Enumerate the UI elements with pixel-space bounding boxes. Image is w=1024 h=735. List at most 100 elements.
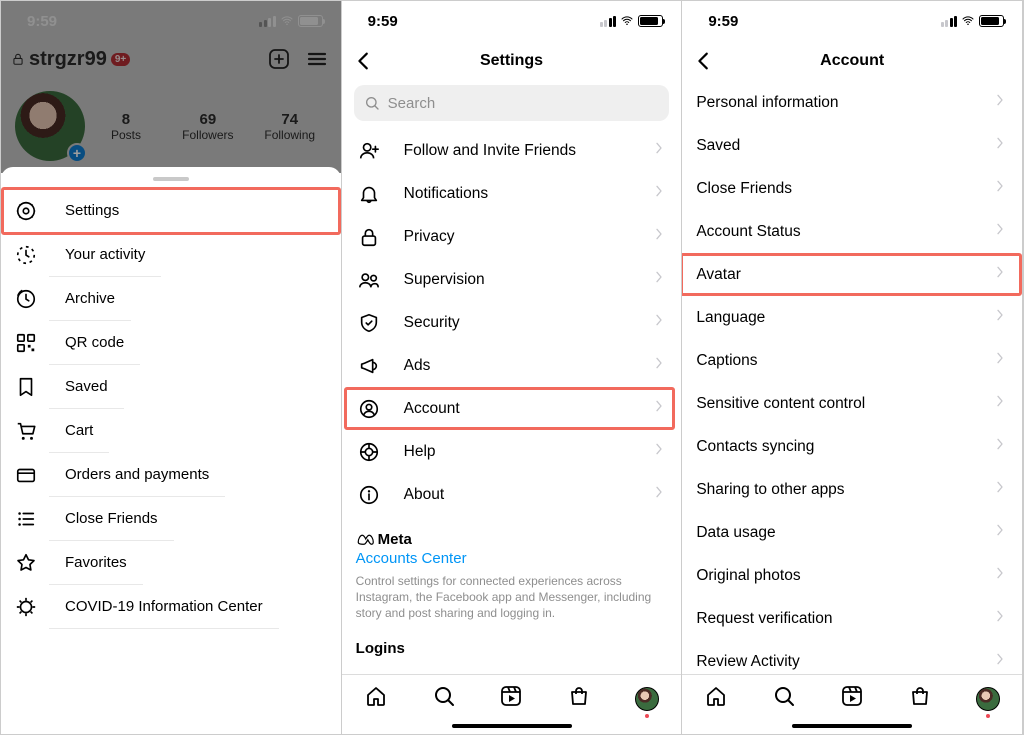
settings-item-label: Help	[404, 443, 436, 461]
settings-item-ads[interactable]: Ads	[342, 344, 682, 387]
account-item-review-activity[interactable]: Review Activity	[682, 640, 1022, 674]
tab-home[interactable]	[363, 686, 389, 712]
account-item-label: Account Status	[696, 223, 800, 241]
account-item-personal-info[interactable]: Personal information	[682, 81, 1022, 124]
accounts-center-link[interactable]: Accounts Center	[356, 550, 668, 567]
profile-avatar-icon	[976, 687, 1000, 711]
account-item-label: Avatar	[696, 266, 741, 284]
search-icon	[432, 684, 456, 713]
list-icon	[13, 508, 39, 530]
account-item-sensitive[interactable]: Sensitive content control	[682, 382, 1022, 425]
personplus-icon	[356, 140, 382, 162]
logins-header: Logins	[342, 628, 682, 663]
account-item-original-photos[interactable]: Original photos	[682, 554, 1022, 597]
search-icon	[364, 95, 380, 111]
status-bar: 9:59	[342, 1, 682, 41]
cellular-icon	[941, 16, 958, 27]
menu-item-label: Saved	[65, 378, 108, 395]
account-item-label: Contacts syncing	[696, 438, 814, 456]
settings-item-label: Ads	[404, 357, 431, 375]
life-icon	[356, 441, 382, 463]
settings-item-help[interactable]: Help	[342, 430, 682, 473]
tab-bar	[682, 674, 1022, 722]
home-indicator	[452, 724, 572, 728]
settings-item-privacy[interactable]: Privacy	[342, 215, 682, 258]
menu-item-orders[interactable]: Orders and payments	[1, 453, 341, 497]
search-input[interactable]: Search	[354, 85, 670, 121]
account-item-language[interactable]: Language	[682, 296, 1022, 339]
menu-item-covid[interactable]: COVID-19 Information Center	[1, 585, 341, 629]
notification-dot-icon	[986, 714, 990, 718]
back-button[interactable]	[692, 49, 716, 73]
page-title: Settings	[480, 52, 543, 70]
star-icon	[13, 552, 39, 574]
account-item-captions[interactable]: Captions	[682, 339, 1022, 382]
cellular-icon	[600, 16, 617, 27]
shop-icon	[567, 684, 591, 713]
tab-search[interactable]	[771, 686, 797, 712]
page-title: Account	[820, 52, 884, 70]
account-item-label: Language	[696, 309, 765, 327]
menu-item-label: Archive	[65, 290, 115, 307]
account-item-close-friends[interactable]: Close Friends	[682, 167, 1022, 210]
tab-shop[interactable]	[907, 686, 933, 712]
profile-header-dimmed: 9:59 strgzr99 9+ + 8 Posts 69	[1, 1, 341, 173]
people-icon	[356, 269, 382, 291]
chevron-right-icon	[651, 484, 667, 505]
chevron-right-icon	[992, 651, 1008, 672]
settings-icon	[13, 200, 39, 222]
menu-item-saved[interactable]: Saved	[1, 365, 341, 409]
menu-item-favorites[interactable]: Favorites	[1, 541, 341, 585]
pane-account: 9:59 Account Personal information Saved …	[682, 1, 1023, 734]
settings-item-follow-invite[interactable]: Follow and Invite Friends	[342, 129, 682, 172]
account-item-avatar[interactable]: Avatar	[682, 253, 1022, 296]
pane-settings: 9:59 Settings Search Follow and Invite F…	[342, 1, 683, 734]
account-item-data-usage[interactable]: Data usage	[682, 511, 1022, 554]
settings-item-account[interactable]: Account	[342, 387, 682, 430]
battery-icon	[979, 15, 1004, 27]
tab-home[interactable]	[703, 686, 729, 712]
chevron-right-icon	[992, 92, 1008, 113]
status-time: 9:59	[368, 13, 398, 30]
reels-icon	[499, 684, 523, 713]
back-button[interactable]	[352, 49, 376, 73]
tab-shop[interactable]	[566, 686, 592, 712]
settings-item-label: Follow and Invite Friends	[404, 142, 576, 160]
account-item-saved[interactable]: Saved	[682, 124, 1022, 167]
menu-item-settings[interactable]: Settings	[1, 189, 341, 233]
account-item-label: Original photos	[696, 567, 800, 585]
tab-search[interactable]	[431, 686, 457, 712]
settings-item-about[interactable]: About	[342, 473, 682, 516]
chevron-right-icon	[651, 441, 667, 462]
tab-profile[interactable]	[634, 686, 660, 712]
account-item-request-verif[interactable]: Request verification	[682, 597, 1022, 640]
tab-reels[interactable]	[498, 686, 524, 712]
menu-item-label: Favorites	[65, 554, 127, 571]
meta-logo: Meta	[356, 530, 668, 548]
sheet-grabber[interactable]	[153, 177, 189, 181]
settings-list: Follow and Invite Friends Notifications …	[342, 129, 682, 674]
settings-item-security[interactable]: Security	[342, 301, 682, 344]
chevron-right-icon	[992, 264, 1008, 285]
menu-item-closefriends[interactable]: Close Friends	[1, 497, 341, 541]
menu-item-cart[interactable]: Cart	[1, 409, 341, 453]
battery-icon	[638, 15, 663, 27]
tab-reels[interactable]	[839, 686, 865, 712]
menu-item-qrcode[interactable]: QR code	[1, 321, 341, 365]
tab-profile[interactable]	[975, 686, 1001, 712]
meta-section: Meta Accounts Center Control settings fo…	[342, 516, 682, 628]
shield-icon	[356, 312, 382, 334]
settings-item-label: Account	[404, 400, 460, 418]
tab-bar	[342, 674, 682, 722]
search-icon	[772, 684, 796, 713]
account-item-sharing[interactable]: Sharing to other apps	[682, 468, 1022, 511]
settings-item-notifications[interactable]: Notifications	[342, 172, 682, 215]
account-item-account-status[interactable]: Account Status	[682, 210, 1022, 253]
menu-item-archive[interactable]: Archive	[1, 277, 341, 321]
status-time: 9:59	[708, 13, 738, 30]
account-item-contacts-syncing[interactable]: Contacts syncing	[682, 425, 1022, 468]
menu-item-activity[interactable]: Your activity	[1, 233, 341, 277]
settings-item-supervision[interactable]: Supervision	[342, 258, 682, 301]
menu-item-label: Settings	[65, 202, 119, 219]
menu-item-label: Orders and payments	[65, 466, 209, 483]
